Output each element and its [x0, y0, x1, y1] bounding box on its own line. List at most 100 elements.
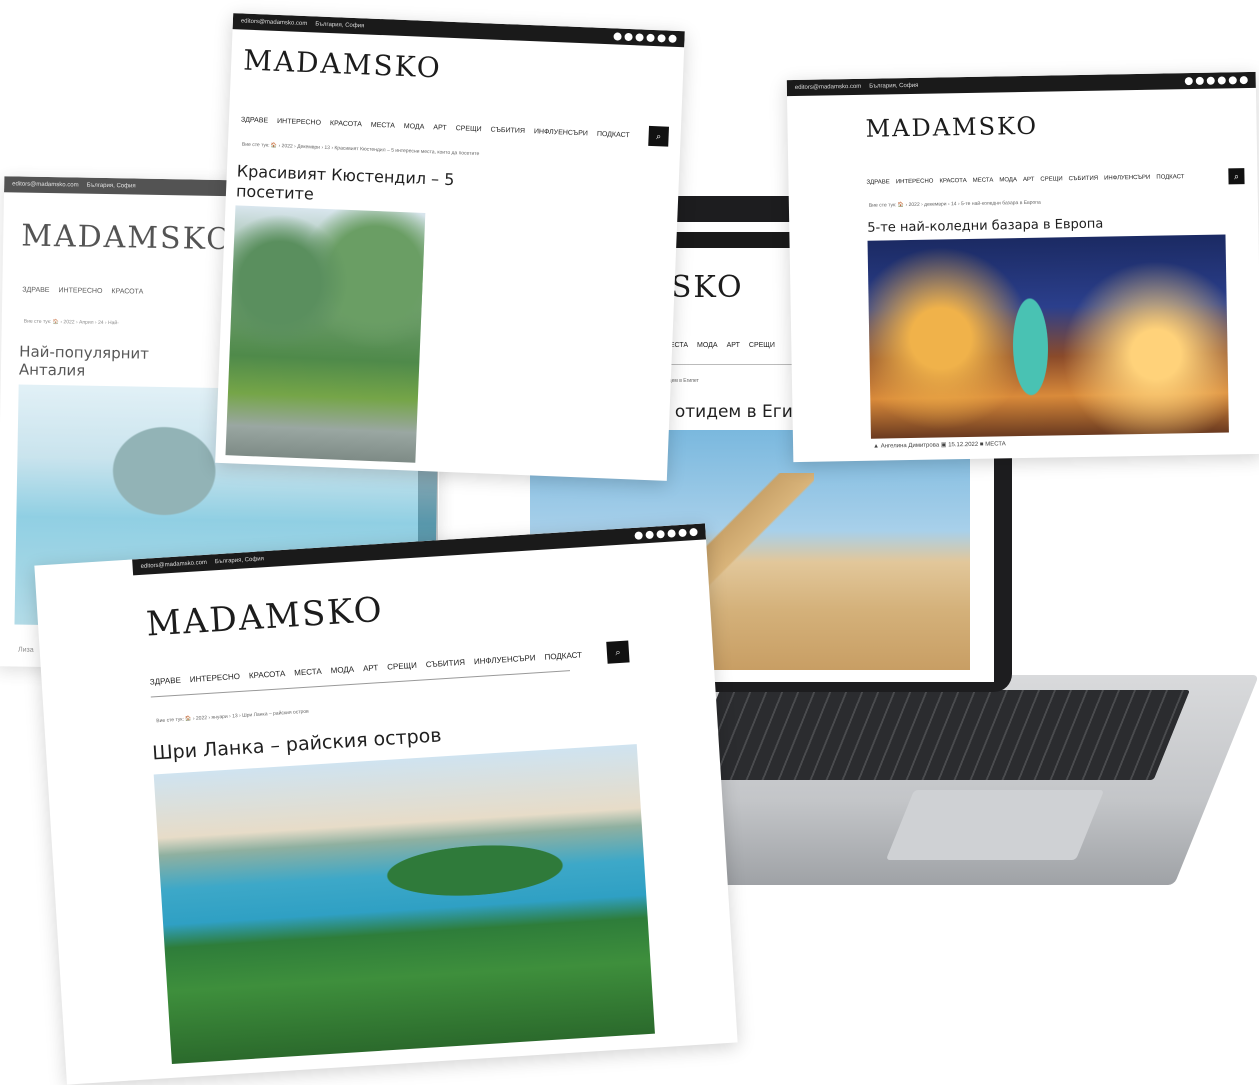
- site-logo[interactable]: MADAMSKO: [243, 44, 443, 85]
- article-card-christmas-markets[interactable]: editors@madamsko.com България, София MADA…: [786, 71, 1259, 463]
- nav-item-beauty[interactable]: КРАСОТА: [939, 178, 966, 184]
- search-icon: ⌕: [1233, 170, 1240, 181]
- main-nav: ЗДРАВЕ ИНТЕРЕСНО КРАСОТА МЕСТА МОДА АРТ …: [866, 174, 1184, 186]
- nav-item-fashion[interactable]: МОДА: [330, 664, 354, 674]
- nav-item-art[interactable]: АРТ: [363, 663, 379, 673]
- facebook-icon[interactable]: [613, 32, 622, 41]
- breadcrumb: Вие сте тук: 🏠 › 2022 › Декември › 13 › …: [241, 141, 480, 158]
- nav-item-meetings[interactable]: СРЕЩИ: [749, 342, 775, 349]
- article-photo: [867, 234, 1229, 439]
- article-card-sri-lanka[interactable]: editors@madamsko.com България, София MADA…: [34, 523, 738, 1085]
- twitter-icon[interactable]: [646, 33, 655, 43]
- nav-item-places[interactable]: МЕСТА: [371, 121, 395, 129]
- email-link[interactable]: editors@madamsko.com: [140, 560, 207, 570]
- nav-item-podcast[interactable]: ПОДКАСТ: [1156, 174, 1184, 180]
- youtube-icon[interactable]: [635, 33, 644, 42]
- search-button[interactable]: ⌕: [606, 640, 630, 664]
- twitter-icon[interactable]: [1217, 76, 1226, 85]
- nav-item-health[interactable]: ЗДРАВЕ: [866, 179, 889, 185]
- site-logo[interactable]: MADAMSKO: [145, 590, 385, 645]
- laptop-trackpad: [885, 790, 1105, 860]
- nav-item-podcast[interactable]: ПОДКАСТ: [597, 130, 630, 138]
- instagram-icon[interactable]: [645, 530, 654, 540]
- social-icons: [634, 527, 698, 540]
- author-name[interactable]: Ангелина Димитрова: [881, 443, 940, 450]
- nav-item-podcast[interactable]: ПОДКАСТ: [544, 650, 582, 661]
- tiktok-icon[interactable]: [1239, 76, 1248, 85]
- youtube-icon[interactable]: [656, 529, 665, 539]
- nav-item-art[interactable]: АРТ: [727, 342, 740, 349]
- tiktok-icon[interactable]: [668, 34, 677, 43]
- nav-row: ЗДРАВЕ ИНТЕРЕСНО КРАСОТА МЕСТА МОДА АРТ …: [241, 110, 670, 147]
- publish-date: 15.12.2022: [948, 441, 979, 449]
- search-icon: ⌕: [655, 130, 662, 141]
- pinterest-icon[interactable]: [1228, 76, 1237, 85]
- nav-item-fashion[interactable]: МОДА: [999, 177, 1017, 183]
- nav-item-interesting[interactable]: ИНТЕРЕСНО: [277, 117, 321, 126]
- main-nav: ЗДРАВЕ ИНТЕРЕСНО КРАСОТА МЕСТА МОДА АРТ …: [241, 116, 630, 139]
- nav-item-fashion[interactable]: МОДА: [697, 342, 718, 349]
- nav-item-interesting[interactable]: ИНТЕРЕСНО: [58, 287, 102, 295]
- nav-item-fashion[interactable]: МОДА: [404, 123, 425, 131]
- instagram-icon[interactable]: [1195, 76, 1204, 85]
- breadcrumb: Вие сте тук: 🏠 › 2022 › януари › 13 › Шр…: [156, 708, 309, 725]
- nav-item-interesting[interactable]: ИНТЕРЕСНО: [896, 179, 934, 186]
- facebook-icon[interactable]: [1184, 77, 1193, 86]
- location-text: България, София: [869, 82, 919, 90]
- nav-item-interesting[interactable]: ИНТЕРЕСНО: [190, 671, 241, 683]
- nav-item-beauty[interactable]: КРАСОТА: [330, 120, 362, 128]
- nav-item-health[interactable]: ЗДРАВЕ: [22, 287, 49, 294]
- email-link[interactable]: editors@madamsko.com: [795, 84, 862, 91]
- nav-item-meetings[interactable]: СРЕЩИ: [387, 660, 417, 671]
- nav-item-events[interactable]: СЪБИТИЯ: [490, 126, 525, 134]
- nav-item-beauty[interactable]: КРАСОТА: [111, 288, 143, 296]
- nav-row: ЗДРАВЕ ИНТЕРЕСНО КРАСОТА МЕСТА МОДА АРТ …: [866, 168, 1245, 191]
- twitter-icon[interactable]: [667, 529, 676, 538]
- search-button[interactable]: ⌕: [1228, 168, 1245, 185]
- laptop-keyboard: [683, 690, 1190, 780]
- social-icons: [1184, 76, 1248, 86]
- nav-item-health[interactable]: ЗДРАВЕ: [150, 675, 182, 686]
- tiktok-icon[interactable]: [689, 527, 698, 537]
- pinterest-icon[interactable]: [657, 34, 666, 43]
- main-nav: ЗДРАВЕ ИНТЕРЕСНО КРАСОТА: [22, 287, 143, 296]
- article-card-kyustendil[interactable]: editors@madamsko.com България, София MADA…: [215, 13, 685, 481]
- social-icons: [613, 32, 677, 43]
- article-photo: [153, 744, 655, 1064]
- site-logo[interactable]: MADAMSKO: [21, 219, 233, 258]
- nav-row: ЗДРАВЕ ИНТЕРЕСНО КРАСОТА МЕСТА МОДА АРТ …: [149, 640, 630, 692]
- email-link[interactable]: editors@madamsko.com: [241, 18, 308, 27]
- page-title-line-2: посетите: [235, 181, 315, 204]
- page-title-line-1: Най-популярнит: [19, 342, 150, 363]
- instagram-icon[interactable]: [624, 32, 633, 42]
- nav-item-art[interactable]: АРТ: [433, 124, 447, 132]
- breadcrumb: Вие сте тук: 🏠 › 2022 › Април › 24 › Най…: [23, 318, 119, 327]
- nav-item-places[interactable]: МЕСТА: [973, 178, 994, 184]
- nav-item-beauty[interactable]: КРАСОТА: [249, 669, 286, 680]
- nav-item-events[interactable]: СЪБИТИЯ: [1069, 176, 1099, 183]
- author-icon: ▲: [873, 443, 881, 450]
- nav-item-influencers[interactable]: ИНФЛУЕНСЪРИ: [1104, 175, 1150, 182]
- youtube-icon[interactable]: [1206, 76, 1215, 85]
- site-logo[interactable]: MADAMSKO: [865, 112, 1038, 143]
- nav-item-influencers[interactable]: ИНФЛУЕНСЪРИ: [474, 653, 536, 666]
- email-link[interactable]: editors@madamsko.com: [12, 181, 79, 188]
- nav-item-art[interactable]: АРТ: [1023, 177, 1035, 183]
- facebook-icon[interactable]: [634, 531, 643, 540]
- nav-item-meetings[interactable]: СРЕЩИ: [456, 125, 482, 133]
- top-bar: editors@madamsko.com България, София: [786, 71, 1256, 97]
- location-text: България, София: [315, 21, 365, 30]
- nav-item-meetings[interactable]: СРЕЩИ: [1040, 176, 1062, 182]
- nav-item-influencers[interactable]: ИНФЛУЕНСЪРИ: [534, 128, 588, 137]
- nav-item-places[interactable]: МЕСТА: [294, 666, 322, 677]
- location-text: България, София: [86, 182, 136, 190]
- search-button[interactable]: ⌕: [648, 125, 670, 147]
- nav-item-health[interactable]: ЗДРАВЕ: [241, 116, 268, 124]
- article-photo: [225, 205, 426, 463]
- top-bar: editors@madamsko.com България, София: [232, 13, 685, 48]
- article-meta: ▲ Ангелина Димитрова ▣ 15.12.2022 ■ МЕСТ…: [873, 440, 1006, 449]
- card-footer: Лиза: [17, 646, 34, 654]
- pinterest-icon[interactable]: [678, 528, 687, 538]
- category-link[interactable]: МЕСТА: [985, 441, 1006, 447]
- nav-item-events[interactable]: СЪБИТИЯ: [426, 657, 466, 668]
